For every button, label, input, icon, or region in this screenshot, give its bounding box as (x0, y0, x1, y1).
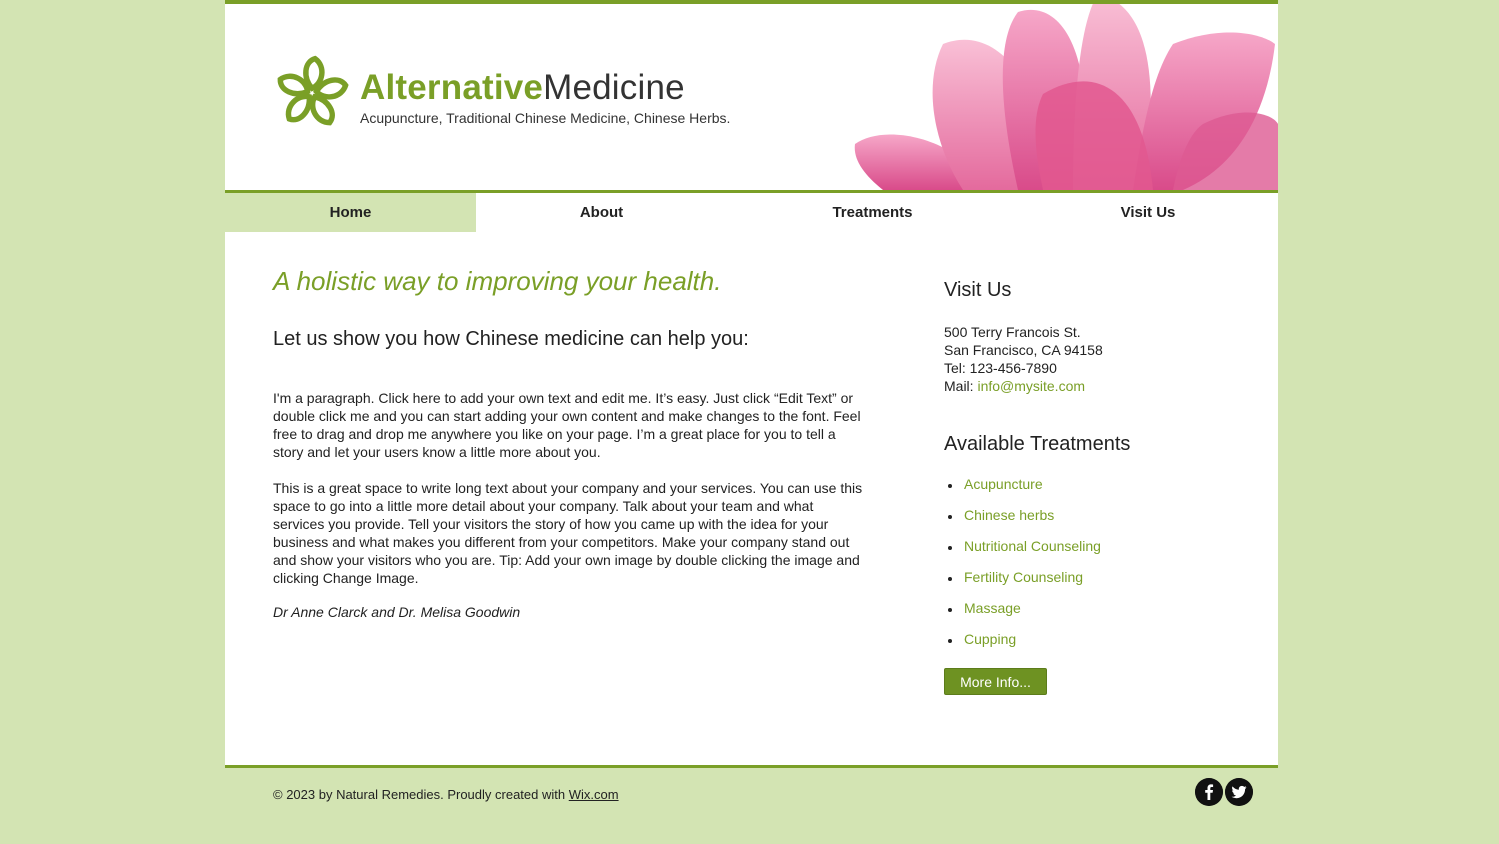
brand-part1: Alternative (360, 68, 544, 107)
nav-item-about[interactable]: About (476, 193, 727, 232)
flower-logo-icon[interactable] (273, 54, 351, 132)
mail-label: Mail: (944, 378, 978, 394)
treatment-link-cupping[interactable]: Cupping (944, 627, 1101, 658)
nav-item-home[interactable]: Home (225, 193, 476, 232)
treatment-link-acupuncture[interactable]: Acupuncture (944, 472, 1101, 503)
treatments-title: Available Treatments (944, 433, 1131, 455)
treatments-list: Acupuncture Chinese herbs Nutritional Co… (944, 472, 1101, 658)
treatment-link-chinese-herbs[interactable]: Chinese herbs (944, 503, 1101, 534)
lotus-banner-image (854, 4, 1278, 190)
visit-us-title: Visit Us (944, 279, 1012, 301)
copyright-text: © 2023 by Natural Remedies. Proudly crea… (273, 787, 569, 802)
address-line-1: 500 Terry Francois St. (944, 324, 1081, 340)
treatment-link-massage[interactable]: Massage (944, 596, 1101, 627)
nav-item-visit-us[interactable]: Visit Us (1018, 193, 1278, 232)
more-info-button[interactable]: More Info... (944, 668, 1047, 695)
page-container: AlternativeMedicine Acupuncture, Traditi… (225, 0, 1278, 768)
page-headline: A holistic way to improving your health. (273, 266, 722, 296)
facebook-icon[interactable] (1195, 778, 1223, 806)
treatment-link-nutritional-counseling[interactable]: Nutritional Counseling (944, 534, 1101, 565)
mail-line: Mail: info@mysite.com (944, 377, 1103, 395)
footer-divider (225, 765, 1278, 768)
doctor-signature: Dr Anne Clarck and Dr. Melisa Goodwin (273, 604, 521, 620)
email-link[interactable]: info@mysite.com (977, 378, 1085, 394)
treatment-link-fertility-counseling[interactable]: Fertility Counseling (944, 565, 1101, 596)
phone-number: Tel: 123-456-7890 (944, 360, 1057, 376)
services-paragraph: This is a great space to write long text… (273, 480, 863, 586)
twitter-icon[interactable] (1225, 778, 1253, 806)
page-subheading: Let us show you how Chinese medicine can… (273, 328, 749, 350)
brand-title[interactable]: AlternativeMedicine (360, 68, 685, 108)
address-line-2: San Francisco, CA 94158 (944, 342, 1103, 358)
nav-item-treatments[interactable]: Treatments (727, 193, 1018, 232)
main-nav: Home About Treatments Visit Us (225, 190, 1278, 232)
contact-info: 500 Terry Francois St. San Francisco, CA… (944, 323, 1103, 395)
brand-part2: Medicine (543, 68, 685, 107)
wix-link[interactable]: Wix.com (569, 787, 619, 802)
brand-tagline: Acupuncture, Traditional Chinese Medicin… (360, 110, 731, 126)
intro-paragraph: I'm a paragraph. Click here to add your … (273, 390, 861, 460)
footer-copyright: © 2023 by Natural Remedies. Proudly crea… (273, 787, 619, 802)
